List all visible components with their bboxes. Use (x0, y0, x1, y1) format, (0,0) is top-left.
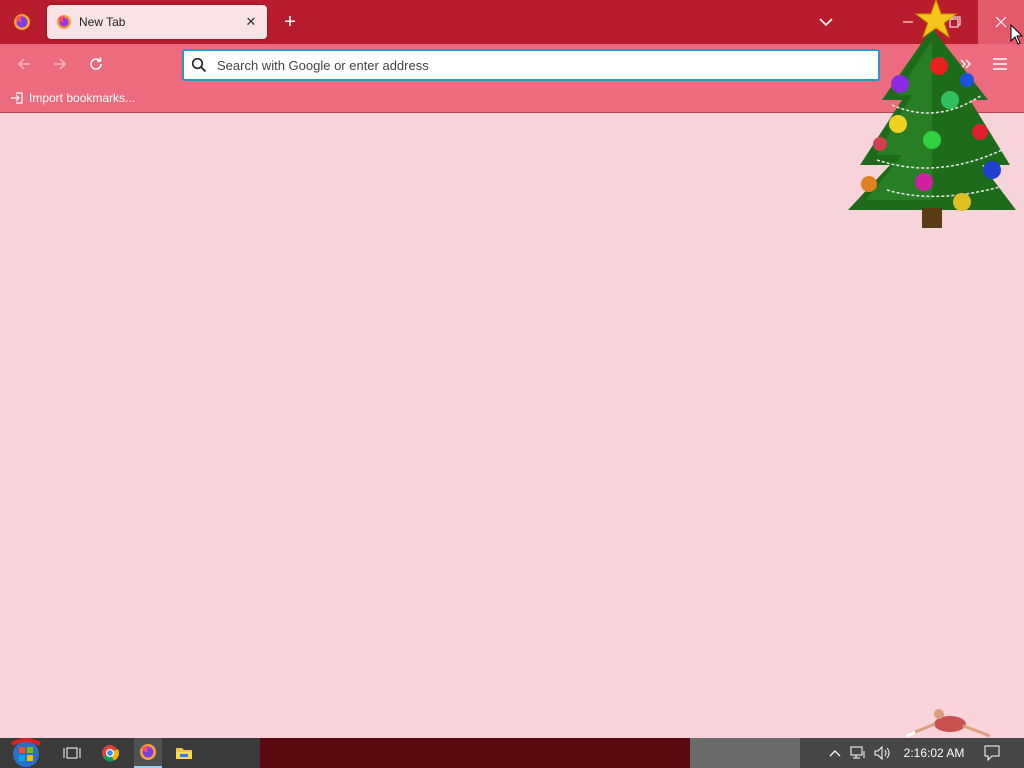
address-bar[interactable] (182, 49, 880, 81)
firefox-logo-icon (14, 14, 30, 30)
maximize-button[interactable] (932, 0, 978, 44)
tab-title: New Tab (79, 15, 126, 29)
close-icon (995, 16, 1007, 28)
arrow-left-icon (17, 58, 30, 70)
search-icon (191, 57, 207, 73)
start-button[interactable] (4, 738, 48, 768)
firefox-menu-button[interactable] (0, 0, 44, 44)
tab-strip: New Tab ✕ + (0, 0, 1024, 44)
taskbar-firefox[interactable] (134, 738, 162, 768)
chrome-icon (102, 745, 119, 762)
forward-button[interactable] (46, 50, 74, 78)
taskbar: 2:16:02 AM (0, 738, 1024, 768)
minimize-button[interactable] (885, 0, 931, 44)
speaker-icon (874, 746, 890, 760)
bookmarks-toolbar: Import bookmarks... (0, 84, 1024, 113)
taskbar-clock[interactable]: 2:16:02 AM (900, 738, 968, 768)
reload-button[interactable] (82, 50, 110, 78)
mouse-cursor-icon (1010, 24, 1024, 45)
page-content[interactable] (0, 113, 1024, 738)
import-icon (11, 92, 23, 104)
restore-icon (949, 16, 961, 28)
close-tab-icon[interactable]: ✕ (239, 10, 263, 34)
taskbar-file-explorer[interactable] (170, 738, 198, 768)
minimize-icon (903, 21, 913, 23)
runner-decoration (906, 709, 991, 738)
windows-start-icon (11, 738, 41, 767)
firefox-taskbar-icon (140, 744, 156, 760)
taskbar-chrome[interactable] (96, 738, 124, 768)
folder-icon (176, 748, 192, 759)
notification-icon (984, 745, 1000, 761)
list-all-tabs-button[interactable] (812, 8, 840, 36)
firefox-favicon-icon (57, 15, 71, 29)
chevron-double-right-icon (960, 59, 971, 69)
import-bookmarks-label: Import bookmarks... (29, 91, 136, 105)
action-center-button[interactable] (980, 738, 1004, 768)
show-hidden-icons-button[interactable] (826, 738, 844, 768)
task-view-button[interactable] (58, 738, 86, 768)
open-menu-button[interactable] (986, 50, 1014, 78)
task-view-icon (63, 747, 81, 759)
chevron-down-icon (819, 18, 833, 27)
reload-icon (90, 57, 102, 70)
navigation-toolbar (0, 44, 1024, 84)
chevron-up-icon (829, 750, 841, 757)
arrow-right-icon (54, 58, 67, 70)
overflow-button[interactable] (952, 50, 980, 78)
back-button[interactable] (10, 50, 38, 78)
network-tray-button[interactable] (848, 738, 870, 768)
new-tab-button[interactable]: + (276, 8, 304, 36)
hamburger-menu-icon (993, 58, 1007, 70)
tab-new-tab[interactable]: New Tab ✕ (47, 5, 267, 39)
network-icon (850, 746, 865, 759)
address-input[interactable] (215, 52, 878, 78)
import-bookmarks-button[interactable]: Import bookmarks... (10, 89, 135, 107)
volume-tray-button[interactable] (872, 738, 894, 768)
